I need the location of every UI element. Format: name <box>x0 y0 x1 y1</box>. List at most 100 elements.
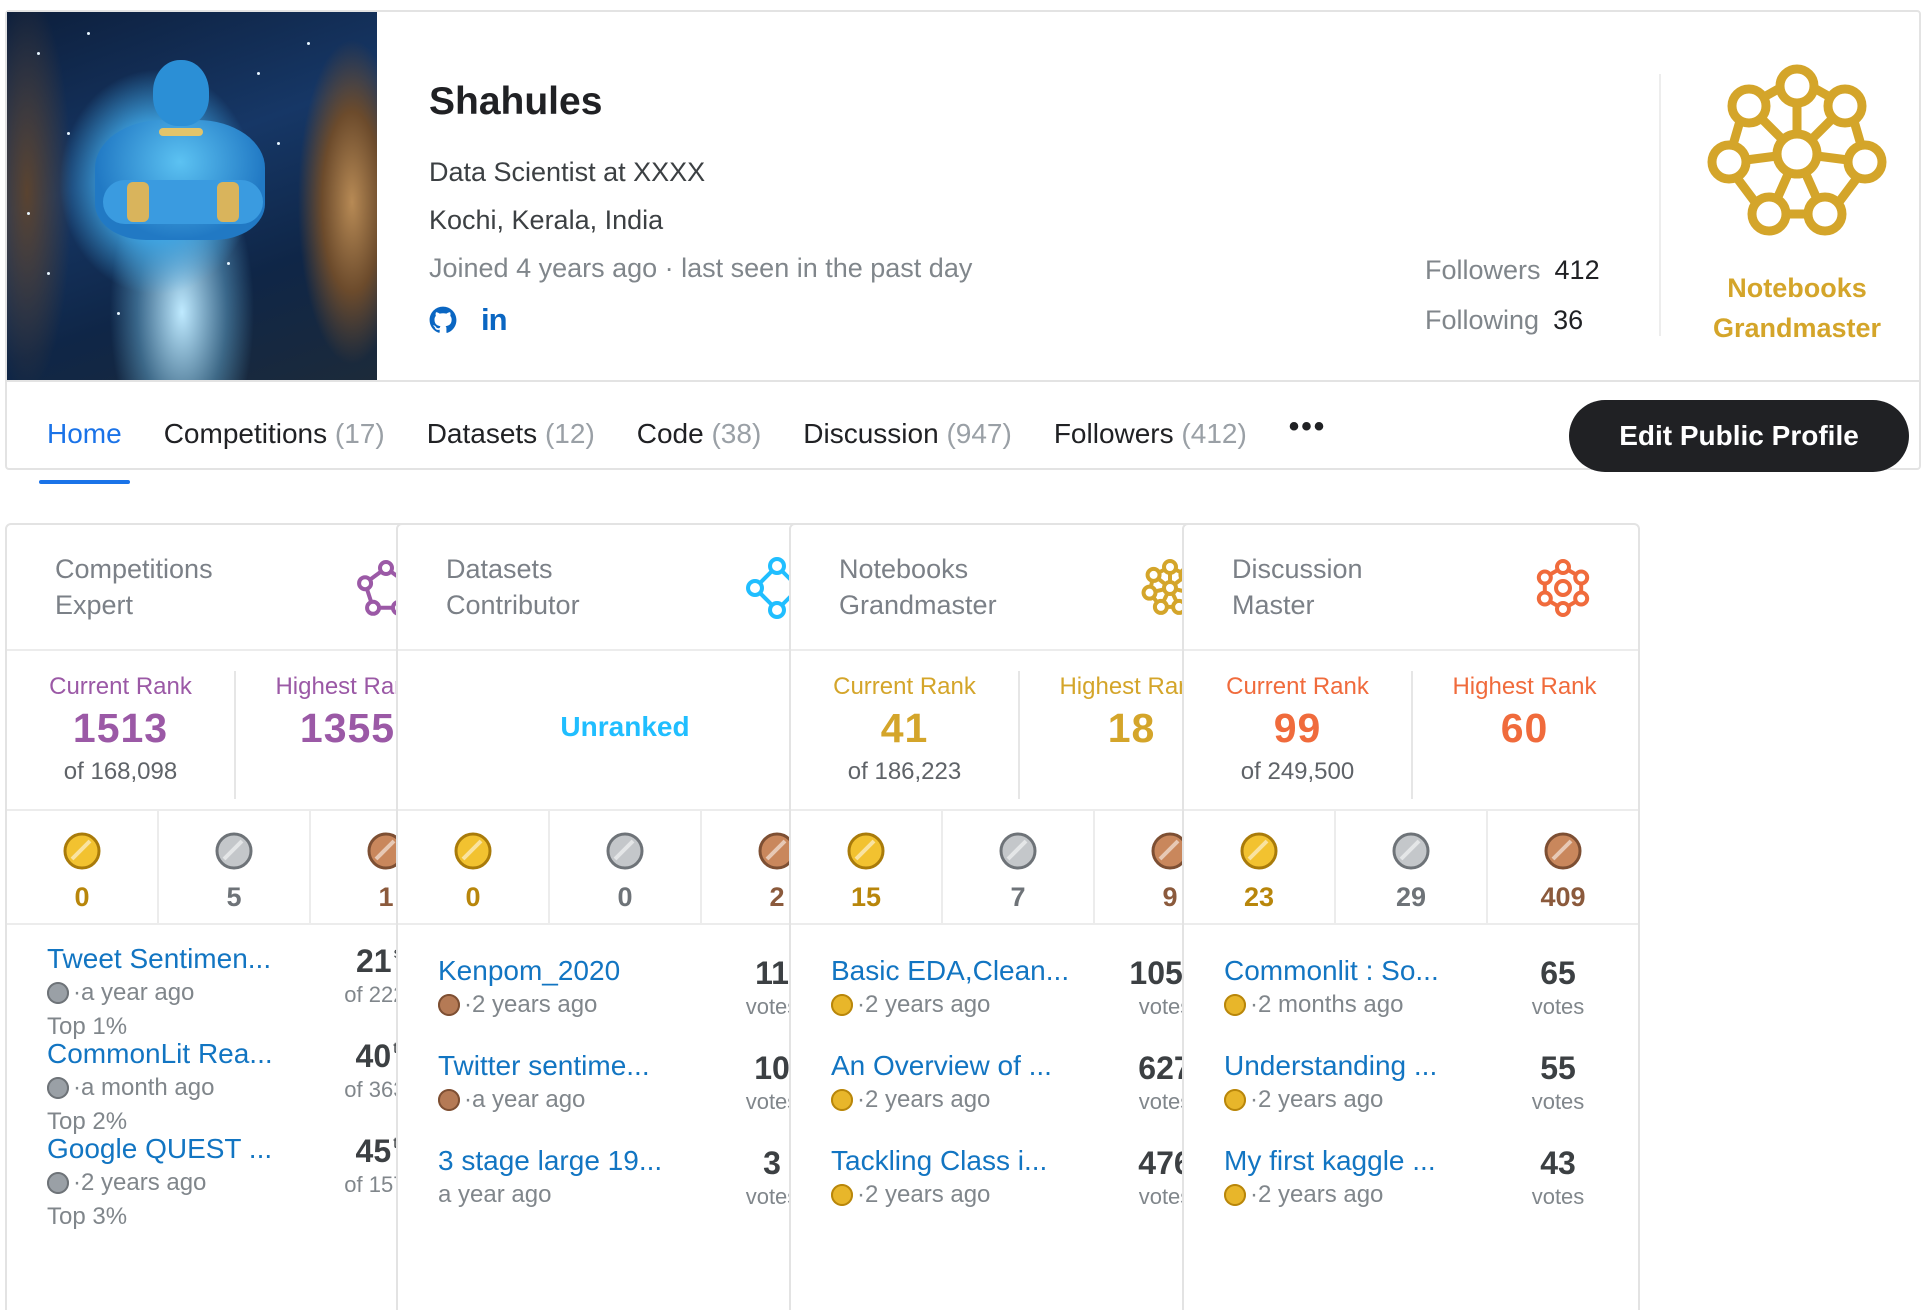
current-rank-value: 41 <box>880 705 929 751</box>
item-stat-number: 3 <box>763 1145 781 1181</box>
item-title-link[interactable]: My first kaggle ... <box>1224 1145 1436 1177</box>
item-time: ·2 years ago <box>857 1086 991 1113</box>
item-time: ·a year ago <box>73 979 195 1006</box>
rank-section: Current Rank 99 of 249,500 Highest Rank 60 <box>1184 651 1638 811</box>
tab-code[interactable]: Code (38) <box>637 398 762 450</box>
item-time: ·2 years ago <box>857 1181 991 1208</box>
tab-count: (947) <box>946 418 1012 449</box>
item-title-link[interactable]: Understanding ... <box>1224 1050 1437 1082</box>
bronze-medal-number: 409 <box>1540 882 1586 912</box>
linkedin-icon[interactable]: in <box>481 302 508 338</box>
item-stat-number: 11 <box>755 955 789 991</box>
current-rank-label: Current Rank <box>1226 673 1369 700</box>
follow-stats: Followers 412 Following 36 <box>1425 255 1600 355</box>
item-meta: a year ago <box>438 1181 551 1209</box>
silver-medal-icon <box>47 1077 69 1099</box>
item-stat-number: 21 <box>355 943 392 979</box>
tab-home[interactable]: Home <box>39 398 130 484</box>
item-title-link[interactable]: Kenpom_2020 <box>438 955 620 987</box>
list-item[interactable]: 3 stage large 19... a year ago 3 votes <box>438 1145 832 1255</box>
current-rank-value: 99 <box>1273 705 1322 751</box>
item-title-link[interactable]: Google QUEST ... <box>47 1133 272 1165</box>
silver-medal-count[interactable]: 5 <box>157 811 309 923</box>
card-title-line-1: Notebooks <box>839 554 969 584</box>
list-item[interactable]: CommonLit Rea...·a month agoTop 2%40thof… <box>47 1038 441 1148</box>
silver-medal-count[interactable]: 7 <box>941 811 1093 923</box>
item-title-link[interactable]: Commonlit : So... <box>1224 955 1439 987</box>
item-title-link[interactable]: 3 stage large 19... <box>438 1145 662 1177</box>
list-item[interactable]: Kenpom_2020·2 years ago 11 votes <box>438 955 832 1065</box>
github-icon[interactable] <box>429 306 457 334</box>
gold-medal-icon <box>831 1089 853 1111</box>
rank-section: Unranked <box>398 651 852 811</box>
card-title-line-1: Datasets <box>446 554 553 584</box>
silver-medal-count[interactable]: 29 <box>1334 811 1486 923</box>
list-item[interactable]: Understanding ... ·2 years ago 55 votes <box>1224 1050 1618 1160</box>
silver-medal-icon <box>159 831 309 876</box>
item-stat-number: 40 <box>355 1038 392 1074</box>
list-item[interactable]: Tweet Sentimen...·a year agoTop 1%21stof… <box>47 943 441 1053</box>
tab-competitions[interactable]: Competitions (17) <box>164 398 385 450</box>
tab-count: (12) <box>544 418 595 449</box>
following-stat[interactable]: Following 36 <box>1425 305 1600 355</box>
item-time: a year ago <box>438 1181 552 1208</box>
gold-medal-icon <box>1224 1184 1246 1206</box>
item-title-link[interactable]: Tweet Sentimen... <box>47 943 271 975</box>
gold-medal-number: 15 <box>850 882 882 912</box>
item-time: ·a year ago <box>464 1086 586 1113</box>
gold-medal-icon <box>1184 831 1334 876</box>
tab-count: (17) <box>334 418 385 449</box>
tab-followers[interactable]: Followers (412) <box>1054 398 1247 450</box>
item-title-link[interactable]: Basic EDA,Clean... <box>831 955 1069 987</box>
gold-medal-count[interactable]: 0 <box>7 811 157 923</box>
item-time: ·2 years ago <box>857 991 991 1018</box>
gold-medal-count[interactable]: 0 <box>398 811 548 923</box>
followers-stat[interactable]: Followers 412 <box>1425 255 1600 305</box>
current-rank: Current Rank 41 of 186,223 <box>791 651 1018 811</box>
list-item[interactable]: Basic EDA,Clean... ·2 years ago 1051 votes <box>831 955 1225 1065</box>
silver-medal-count[interactable]: 0 <box>548 811 700 923</box>
bronze-medal-count[interactable]: 409 <box>1486 811 1638 923</box>
item-percentile: Top 3% <box>47 1203 128 1230</box>
tier-line-1: Notebooks <box>1727 273 1867 303</box>
current-rank-label: Current Rank <box>833 673 976 700</box>
item-title-link[interactable]: Twitter sentime... <box>438 1050 650 1082</box>
tab-discussion[interactable]: Discussion (947) <box>803 398 1012 450</box>
gold-medal-count[interactable]: 15 <box>791 811 941 923</box>
current-rank-total: of 168,098 <box>63 758 178 785</box>
list-item[interactable]: My first kaggle ... ·2 years ago 43 votes <box>1224 1145 1618 1255</box>
more-tabs-button[interactable]: ••• <box>1289 398 1327 444</box>
header-divider <box>1659 74 1661 336</box>
highest-rank: Highest Rank 60 <box>1411 651 1638 811</box>
list-item[interactable]: An Overview of ... ·2 years ago 627 votes <box>831 1050 1225 1160</box>
followers-label: Followers <box>1425 255 1541 285</box>
card-title: Competitions Expert <box>55 551 335 623</box>
profile-name: Shahules <box>429 80 603 123</box>
silver-medal-icon <box>47 1172 69 1194</box>
silver-medal-icon <box>1336 831 1486 876</box>
item-title-link[interactable]: CommonLit Rea... <box>47 1038 273 1070</box>
current-rank: Current Rank 99 of 249,500 <box>1184 651 1411 811</box>
bronze-medal-icon <box>438 1089 460 1111</box>
list-item[interactable]: Google QUEST ...·2 years agoTop 3%45thof… <box>47 1133 441 1243</box>
card-title-line-1: Discussion <box>1232 554 1363 584</box>
profile-occupation: Data Scientist at XXXX <box>429 157 706 187</box>
list-item[interactable]: Twitter sentime... ·a year ago 10 votes <box>438 1050 832 1160</box>
list-item[interactable]: Commonlit : So... ·2 months ago 65 votes <box>1224 955 1618 1065</box>
silver-medal-icon <box>943 831 1093 876</box>
tab-count: (38) <box>711 418 762 449</box>
gold-medal-count[interactable]: 23 <box>1184 811 1334 923</box>
item-title-link[interactable]: An Overview of ... <box>831 1050 1052 1082</box>
followers-count: 412 <box>1554 255 1600 285</box>
item-title-link[interactable]: Tackling Class i... <box>831 1145 1047 1177</box>
tab-label: Competitions <box>163 418 328 449</box>
tab-label: Discussion <box>803 418 939 449</box>
profile-joined: Joined 4 years ago · last seen in the pa… <box>429 253 973 283</box>
highest-rank-value: 60 <box>1500 705 1549 751</box>
tab-datasets[interactable]: Datasets (12) <box>427 398 595 450</box>
rank-section: Current Rank 1513 of 168,098 Highest Rank 13… <box>7 651 461 811</box>
current-rank-value: 1513 <box>72 705 169 751</box>
list-item[interactable]: Tackling Class i... ·2 years ago 476 votes <box>831 1145 1225 1255</box>
edit-public-profile-button[interactable]: Edit Public Profile <box>1569 400 1909 472</box>
gold-medal-icon <box>1224 1089 1246 1111</box>
